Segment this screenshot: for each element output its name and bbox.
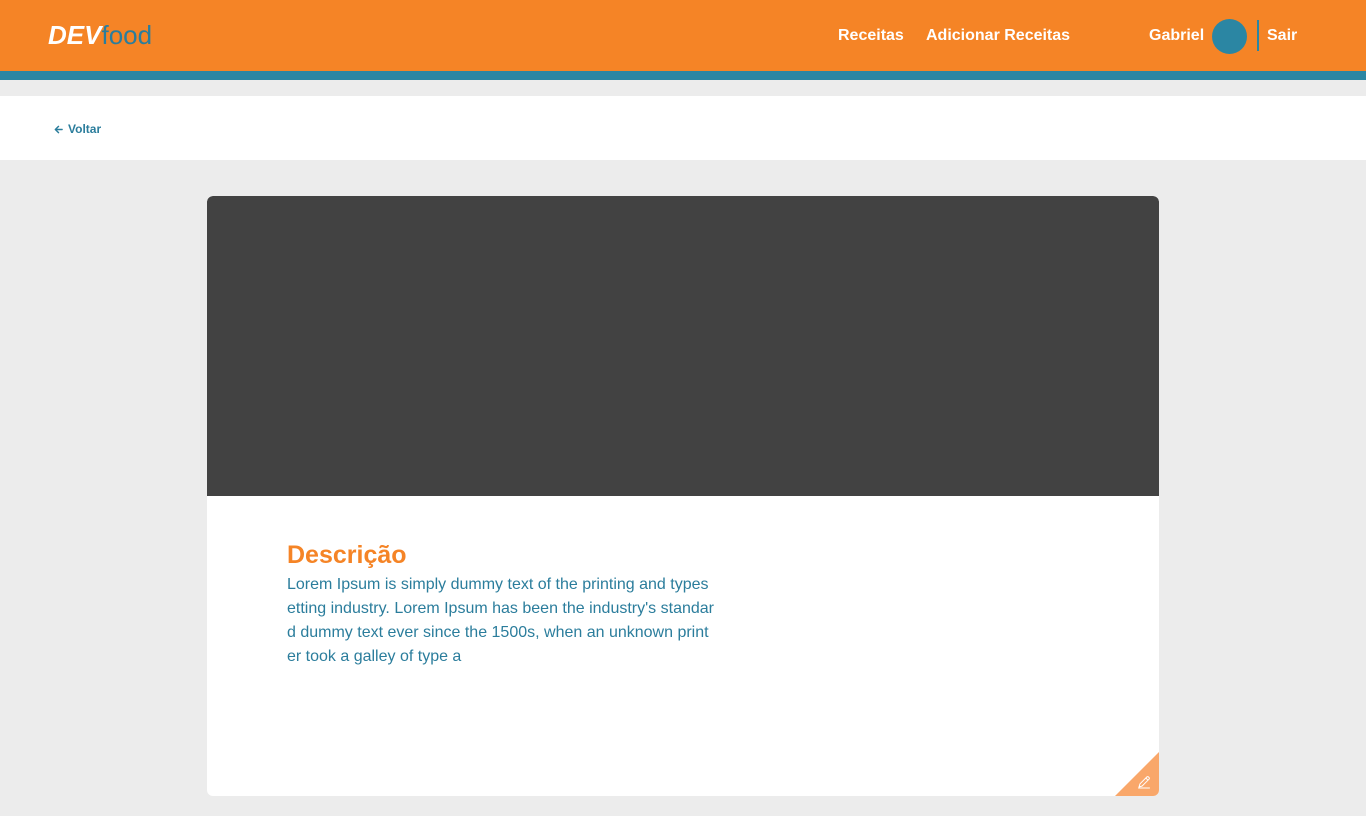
user-name: Gabriel (1149, 27, 1205, 44)
sub-navbar: Voltar (0, 96, 1366, 160)
logo-light-text: food (101, 20, 153, 50)
arrow-left-icon (54, 125, 63, 133)
description-text: Lorem Ipsum is simply dummy text of the … (287, 576, 714, 665)
back-link[interactable]: Voltar (54, 122, 101, 136)
top-navbar: DEVfood Receitas Adicionar Receitas Gabr… (0, 0, 1366, 71)
recipe-image (207, 196, 1159, 496)
edit-button[interactable] (1115, 752, 1159, 796)
app-logo[interactable]: DEVfood (48, 20, 152, 50)
edit-corner-triangle (1115, 752, 1159, 796)
nav-link-adicionar-receitas[interactable]: Adicionar Receitas (926, 26, 1070, 46)
logo-bold-text: DEV (48, 20, 102, 50)
logout-link[interactable]: Sair (1267, 26, 1297, 46)
header-accent-stripe (0, 71, 1366, 80)
recipe-card: Descrição Lorem Ipsum is simply dummy te… (207, 196, 1159, 796)
nav-link-receitas[interactable]: Receitas (838, 26, 904, 46)
avatar[interactable] (1212, 19, 1247, 54)
description-title: Descrição (287, 541, 407, 569)
header-divider (1257, 20, 1259, 51)
back-label: Voltar (68, 122, 102, 136)
pencil-icon (1138, 776, 1150, 789)
